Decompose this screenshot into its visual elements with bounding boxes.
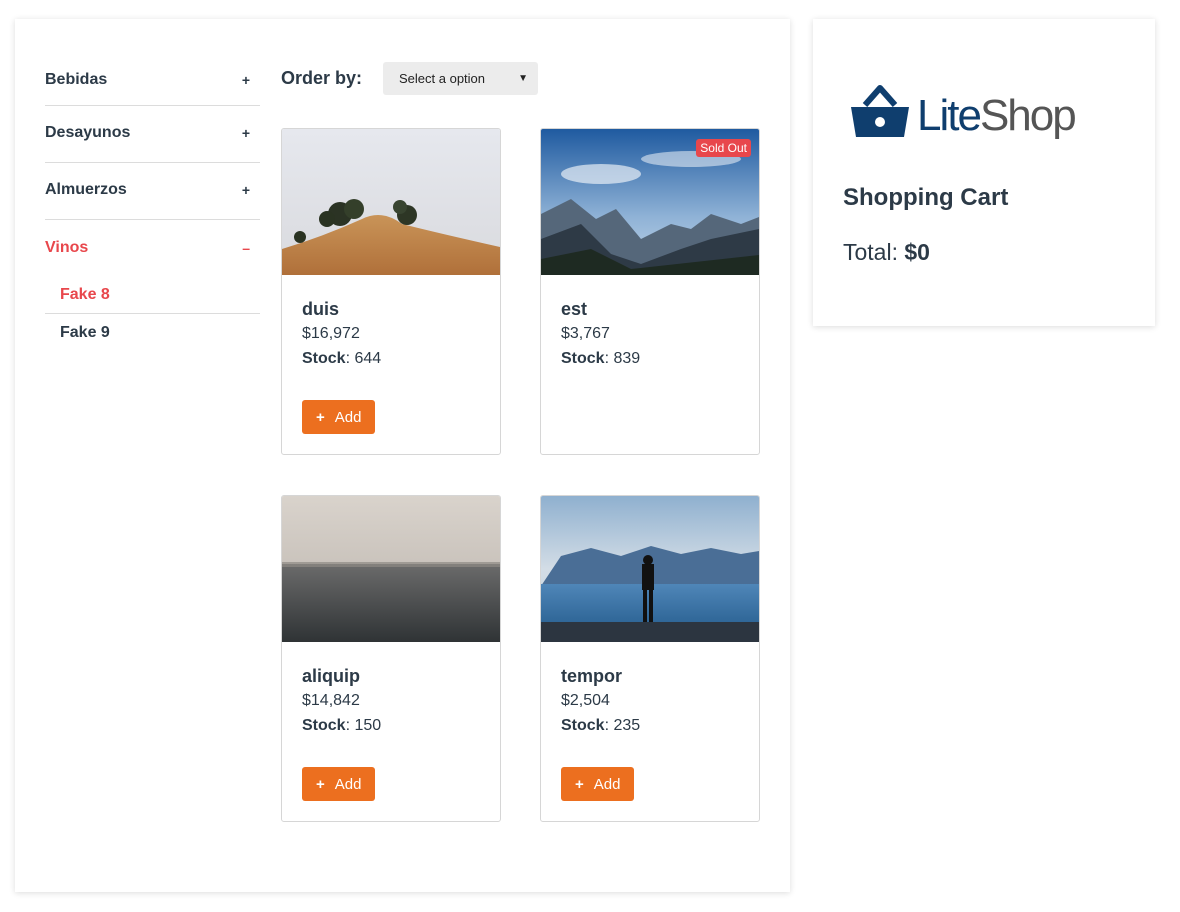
catalog-panel: Bebidas + Desayunos + Almuerzos + Vinos … <box>15 19 790 892</box>
product-info: est $3,767 Stock: 839 <box>541 275 759 369</box>
product-info: aliquip $14,842 Stock: 150 <box>282 642 500 736</box>
product-stock: Stock: 839 <box>561 349 759 369</box>
sold-out-badge: Sold Out <box>696 139 751 157</box>
stock-label: Stock <box>561 717 605 734</box>
subcategory-fake-9[interactable]: Fake 9 <box>45 314 260 351</box>
add-button-label: Add <box>334 775 362 793</box>
category-almuerzos[interactable]: Almuerzos + <box>45 163 260 220</box>
product-image <box>282 496 500 642</box>
caret-down-icon: ▼ <box>518 73 528 84</box>
plus-icon: + <box>316 408 325 426</box>
product-name: aliquip <box>302 666 360 686</box>
product-stock: Stock: 235 <box>561 716 759 736</box>
category-label: Desayunos <box>45 124 131 141</box>
product-card-aliquip: aliquip $14,842 Stock: 150 + Add <box>281 495 501 822</box>
cart-total-label: Total: <box>843 239 905 265</box>
category-desayunos[interactable]: Desayunos + <box>45 106 260 163</box>
stock-label: Stock <box>302 350 346 367</box>
order-by-select[interactable]: Select a option ▼ <box>383 62 538 95</box>
stock-value: : 235 <box>604 717 641 734</box>
expand-icon: + <box>241 72 250 88</box>
order-by-selected-value: Select a option <box>399 71 486 86</box>
product-name: est <box>561 299 588 319</box>
plus-icon: + <box>316 775 325 793</box>
product-name: duis <box>302 299 340 319</box>
category-sidebar: Bebidas + Desayunos + Almuerzos + Vinos … <box>45 57 260 351</box>
product-info: tempor $2,504 Stock: 235 <box>541 642 759 736</box>
product-price: $16,972 <box>302 325 360 342</box>
order-by-label: Order by: <box>281 68 363 88</box>
product-stock: Stock: 644 <box>302 349 500 369</box>
product-name: tempor <box>561 666 623 686</box>
product-image <box>282 129 500 275</box>
product-price: $3,767 <box>561 325 610 342</box>
stock-label: Stock <box>302 717 346 734</box>
product-card-est: Sold Out est $3,767 Stock: 839 <box>540 128 760 455</box>
product-price: $2,504 <box>561 692 610 709</box>
cart-total-value: $0 <box>904 239 930 265</box>
product-card-tempor: tempor $2,504 Stock: 235 + Add <box>540 495 760 822</box>
liteshop-logo: LiteShop <box>849 85 1077 146</box>
logo-wordmark: LiteShop <box>917 90 1077 140</box>
product-image: Sold Out <box>541 129 759 275</box>
cart-title: Shopping Cart <box>843 184 1009 211</box>
expand-icon: + <box>241 125 250 141</box>
logo-shop: Shop <box>979 90 1077 140</box>
product-card-duis: duis $16,972 Stock: 644 + Add <box>281 128 501 455</box>
shopping-basket-icon <box>849 85 911 146</box>
add-button-label: Add <box>334 408 362 426</box>
expand-icon: + <box>241 182 250 198</box>
category-label: Bebidas <box>45 71 108 88</box>
category-label: Vinos <box>45 238 89 256</box>
plus-icon: + <box>575 775 584 793</box>
stock-label: Stock <box>561 350 605 367</box>
stock-value: : 150 <box>345 717 382 734</box>
order-by-control: Order by: Select a option ▼ <box>281 62 538 95</box>
product-image <box>541 496 759 642</box>
cart-total: Total: $0 <box>843 239 930 266</box>
stock-value: : 644 <box>345 350 382 367</box>
add-to-cart-button[interactable]: + Add <box>561 767 635 801</box>
subcategory-fake-8[interactable]: Fake 8 <box>45 277 260 314</box>
add-button-label: Add <box>593 775 621 793</box>
product-price: $14,842 <box>302 692 360 709</box>
collapse-icon: – <box>242 239 250 256</box>
category-label: Almuerzos <box>45 181 127 198</box>
stock-value: : 839 <box>604 350 641 367</box>
category-bebidas[interactable]: Bebidas + <box>45 57 260 106</box>
category-vinos[interactable]: Vinos – <box>45 220 260 277</box>
product-stock: Stock: 150 <box>302 716 500 736</box>
add-to-cart-button[interactable]: + Add <box>302 400 376 434</box>
product-info: duis $16,972 Stock: 644 <box>282 275 500 369</box>
shopping-cart-panel: LiteShop Shopping Cart Total: $0 <box>813 19 1155 326</box>
add-to-cart-button[interactable]: + Add <box>302 767 376 801</box>
logo-lite: Lite <box>917 90 982 140</box>
